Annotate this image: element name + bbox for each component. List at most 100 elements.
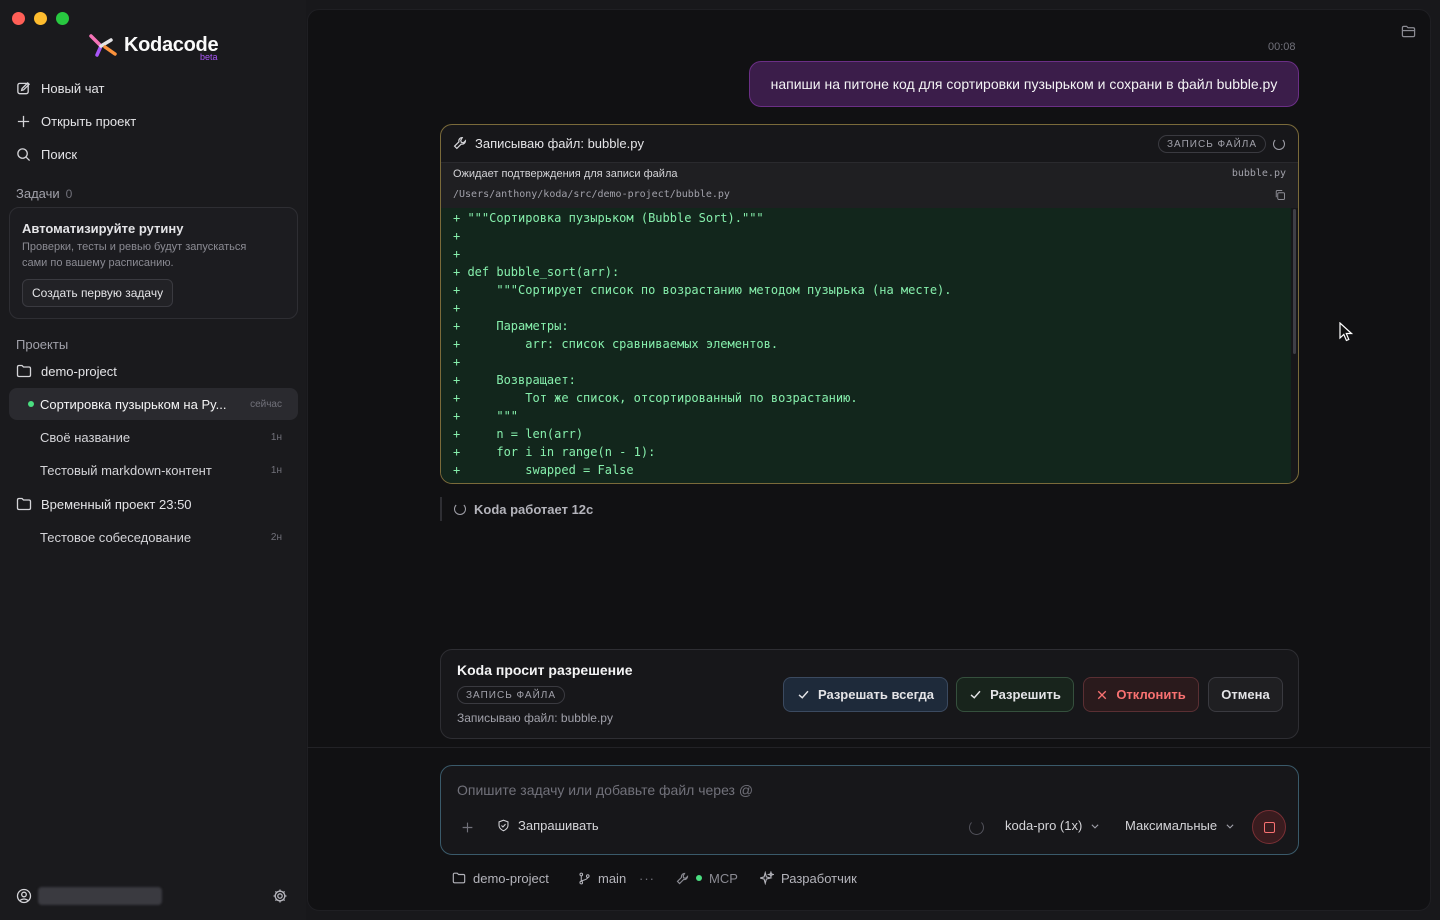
model-selector[interactable]: koda-pro (1x) (1005, 818, 1100, 833)
search-icon (17, 147, 31, 161)
code-scrollbar[interactable] (1293, 209, 1296, 354)
attach-plus-icon[interactable] (461, 821, 474, 834)
cancel-button[interactable]: Отмена (1208, 677, 1283, 712)
wrench-icon (453, 136, 467, 150)
working-status-text: Koda работает 12с (474, 501, 594, 517)
search-button[interactable]: Поиск (16, 142, 77, 166)
automation-description: Проверки, тесты и ревью будут запускатьс… (22, 241, 247, 269)
stop-generation-button[interactable] (1252, 810, 1286, 844)
chat-time: 1н (270, 464, 282, 476)
new-chat-button[interactable]: Новый чат (16, 76, 104, 100)
footer-branch[interactable]: main (578, 868, 626, 888)
copy-icon[interactable] (1274, 189, 1286, 201)
footer-project-label: demo-project (473, 870, 549, 886)
new-chat-label: Новый чат (41, 80, 105, 96)
plus-icon (17, 115, 30, 127)
composer: Опишите задачу или добавьте файл через @… (440, 765, 1299, 855)
create-first-task-button[interactable]: Создать первую задачу (22, 279, 174, 307)
footer-mcp-label: MCP (709, 870, 738, 886)
project-name: Временный проект 23:50 (41, 496, 192, 512)
code-diff-view[interactable]: + """Сортировка пузырьком (Bubble Sort).… (441, 208, 1291, 483)
tasks-section-label: Задачи 0 (16, 186, 72, 201)
effort-selector[interactable]: Максимальные (1125, 818, 1235, 833)
chat-time: 2н (270, 531, 282, 543)
settings-gear-icon[interactable] (272, 888, 288, 904)
footer-project[interactable]: demo-project (452, 868, 549, 888)
code-line: + """Сортировка пузырьком (Bubble Sort).… (453, 211, 764, 225)
user-name-redacted (38, 887, 162, 905)
code-line: + (453, 229, 461, 243)
tool-title: Записываю файл: bubble.py (475, 136, 644, 151)
tool-status: Ожидает подтверждения для записи файла (453, 168, 678, 180)
folder-icon (16, 364, 32, 378)
allow-label: Разрешить (990, 687, 1061, 702)
check-icon (970, 690, 981, 699)
chat-title: Сортировка пузырьком на Py... (40, 396, 227, 412)
chat-item[interactable]: Своё название 1н (9, 421, 298, 453)
app-logo: Kodacode (88, 32, 219, 58)
code-line: + Возвращает: (453, 373, 576, 387)
chat-time: сейчас (250, 398, 282, 410)
message-timestamp: 00:08 (1268, 41, 1296, 53)
window-controls (12, 12, 69, 25)
permission-type-badge: ЗАПИСЬ ФАЙЛА (457, 686, 566, 704)
chat-item-active[interactable]: Сортировка пузырьком на Py... сейчас (9, 388, 298, 420)
code-line: + """Сортирует список по возрастанию мет… (453, 283, 952, 297)
active-indicator (28, 401, 34, 407)
code-line: + swapped = False (453, 463, 634, 477)
code-line: + (453, 247, 461, 261)
project-item[interactable]: demo-project (16, 359, 117, 383)
tool-card-subheader: Ожидает подтверждения для записи файла b… (441, 162, 1298, 208)
allow-always-label: Разрешать всегда (817, 687, 935, 702)
composer-input[interactable]: Опишите задачу или добавьте файл через @ (457, 782, 753, 798)
chevron-down-icon (1226, 823, 1234, 829)
file-write-tool-card: Записываю файл: bubble.py ЗАПИСЬ ФАЙЛА О… (440, 124, 1299, 484)
minimize-window-button[interactable] (34, 12, 47, 25)
close-window-button[interactable] (12, 12, 25, 25)
code-line: + def bubble_sort(arr): (453, 265, 620, 279)
permission-mode-selector[interactable]: Запрашивать (497, 818, 599, 833)
folder-icon (16, 497, 32, 511)
footer-developer-mode[interactable]: Разработчик (760, 868, 857, 888)
allow-button[interactable]: Разрешить (956, 677, 1074, 712)
beta-badge: beta (200, 52, 218, 62)
chat-title: Тестовый markdown-контент (40, 462, 212, 478)
open-project-label: Открыть проект (41, 113, 137, 129)
context-usage-ring-icon (969, 820, 984, 835)
git-branch-icon (579, 872, 590, 884)
shield-check-icon (498, 819, 509, 832)
app-window: Kodacode beta Новый чат Открыть проект П… (0, 0, 1440, 920)
code-line: + (453, 355, 461, 369)
project-item[interactable]: Временный проект 23:50 (16, 492, 192, 516)
agent-working-status: Koda работает 12с (440, 497, 593, 521)
permission-title: Koda просит разрешение (457, 662, 633, 678)
folder-icon (452, 872, 466, 884)
permission-description: Записываю файл: bubble.py (457, 711, 613, 725)
deny-button[interactable]: Отклонить (1083, 677, 1199, 712)
effort-label: Максимальные (1125, 818, 1218, 833)
check-icon (798, 690, 809, 699)
open-project-button[interactable]: Открыть проект (16, 109, 136, 133)
more-options-icon[interactable]: ··· (639, 868, 655, 888)
open-folder-icon[interactable] (1401, 24, 1416, 39)
chat-title: Тестовое собеседование (40, 529, 192, 545)
chat-item[interactable]: Тестовое собеседование 2н (9, 521, 298, 553)
footer-mcp[interactable]: MCP (676, 868, 738, 888)
chat-title: Своё название (40, 429, 131, 445)
code-line: + (453, 301, 461, 315)
chat-item[interactable]: Тестовый markdown-контент 1н (9, 454, 298, 486)
tool-type-badge: ЗАПИСЬ ФАЙЛА (1158, 135, 1267, 153)
code-line: + """ (453, 409, 519, 423)
deny-label: Отклонить (1116, 687, 1186, 702)
kodacode-logo-icon (89, 34, 117, 57)
wrench-icon (676, 872, 689, 884)
user-account[interactable] (16, 887, 162, 905)
code-line: + Параметры: (453, 319, 569, 333)
sparkles-icon (760, 871, 774, 885)
user-message-bubble: напиши на питоне код для сортировки пузы… (749, 61, 1299, 107)
projects-section-label: Проекты (16, 337, 69, 352)
maximize-window-button[interactable] (56, 12, 69, 25)
allow-always-button[interactable]: Разрешать всегда (783, 677, 948, 712)
chevron-down-icon (1091, 823, 1099, 829)
loading-spinner-icon (454, 503, 466, 515)
